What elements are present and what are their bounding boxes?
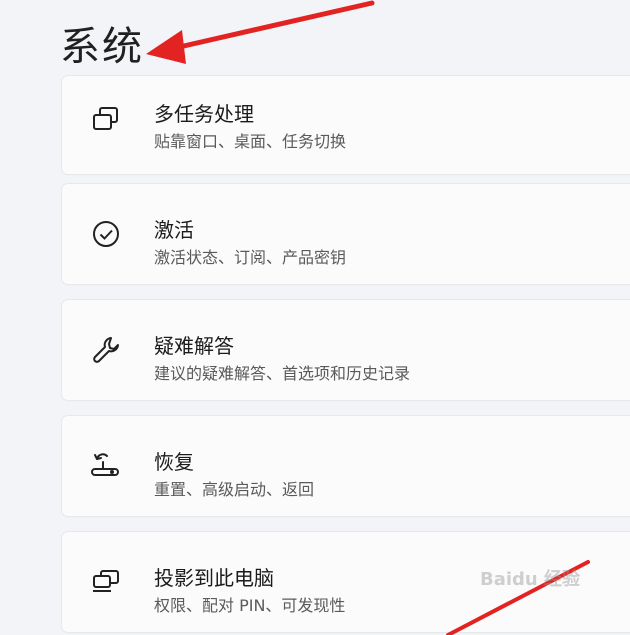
settings-item-label: 多任务处理 bbox=[154, 102, 254, 126]
settings-item-label: 恢复 bbox=[154, 450, 194, 474]
settings-item-description: 重置、高级启动、返回 bbox=[154, 480, 315, 499]
page-title: 系统 bbox=[60, 24, 144, 70]
settings-item-label: 疑难解答 bbox=[154, 334, 234, 358]
settings-item-description: 建议的疑难解答、首选项和历史记录 bbox=[154, 364, 411, 383]
recovery-icon bbox=[88, 448, 124, 484]
settings-item-description: 贴靠窗口、桌面、任务切换 bbox=[154, 132, 347, 151]
project-to-pc-icon bbox=[88, 564, 124, 600]
settings-item-description: 权限、配对 PIN、可发现性 bbox=[154, 596, 346, 615]
settings-item-recovery[interactable]: 恢复 重置、高级启动、返回 bbox=[62, 416, 630, 516]
wrench-icon bbox=[88, 332, 124, 368]
check-circle-icon bbox=[88, 216, 124, 252]
settings-item-label: 激活 bbox=[154, 218, 194, 242]
annotation-arrow-top bbox=[146, 0, 375, 64]
watermark: Baidu 经验 bbox=[480, 569, 581, 590]
settings-item-multitasking[interactable]: 多任务处理 贴靠窗口、桌面、任务切换 bbox=[62, 76, 630, 174]
settings-item-troubleshoot[interactable]: 疑难解答 建议的疑难解答、首选项和历史记录 bbox=[62, 300, 630, 400]
multitasking-icon bbox=[88, 102, 124, 138]
settings-item-label: 投影到此电脑 bbox=[154, 566, 274, 590]
settings-item-description: 激活状态、订阅、产品密钥 bbox=[154, 248, 347, 267]
settings-item-activation[interactable]: 激活 激活状态、订阅、产品密钥 bbox=[62, 184, 630, 284]
